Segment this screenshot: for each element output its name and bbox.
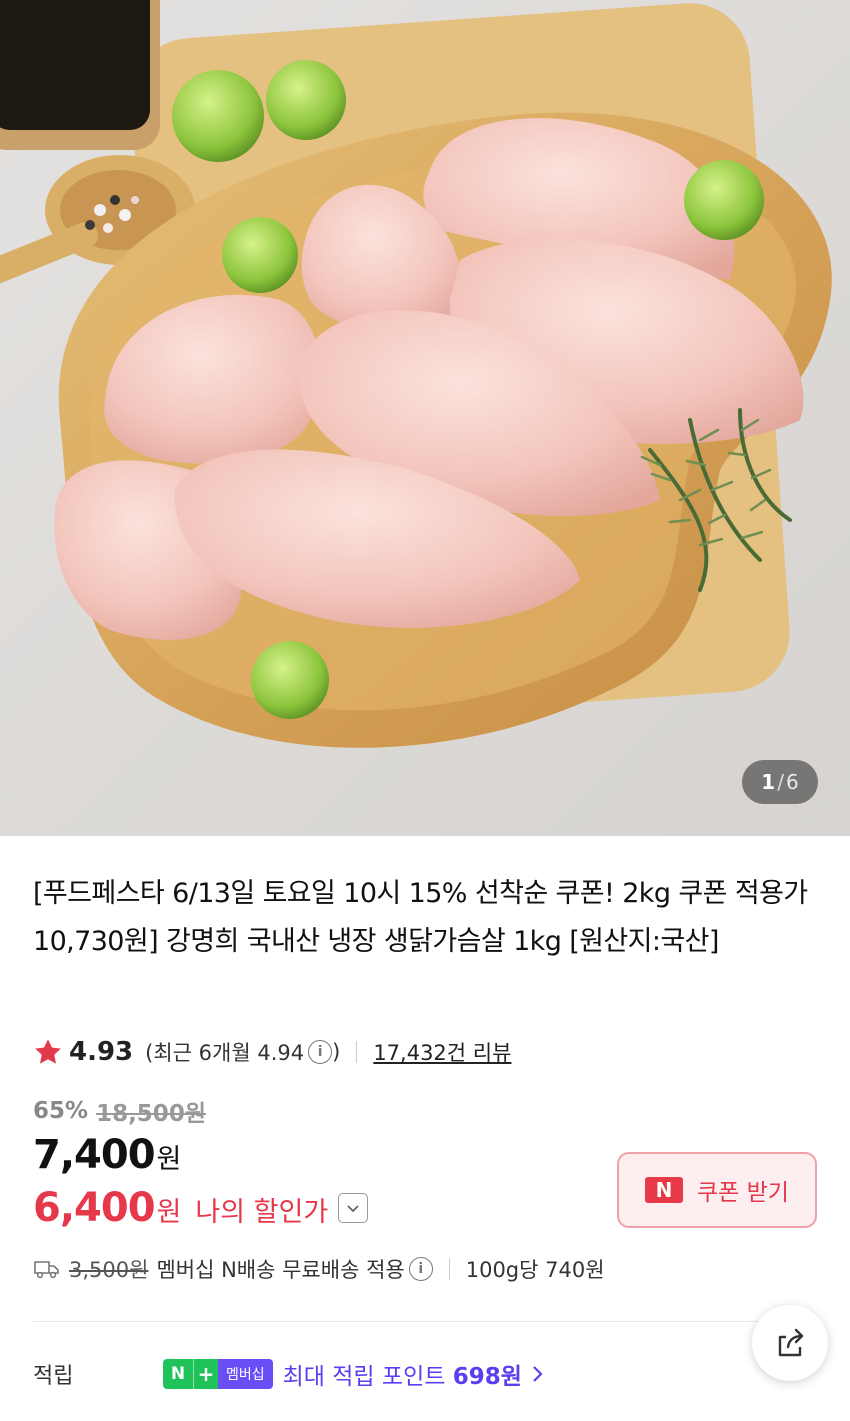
divider [356, 1041, 358, 1063]
info-icon[interactable]: i [408, 1257, 433, 1281]
info-icon[interactable]: i [308, 1040, 333, 1064]
discount-row: 65% 18,500원 [33, 1094, 206, 1128]
membership-label: 멤버십 [218, 1359, 273, 1389]
product-photo [0, 0, 850, 836]
star-icon [35, 1039, 61, 1064]
membership-badge: N + 멤버십 [163, 1359, 273, 1389]
max-points-amount: 698원 [452, 1364, 522, 1390]
original-price: 18,500원 [96, 1101, 206, 1127]
shipping-info: 3,500원 멤버십 N배송 무료배송 적용 i 100g당 740원 [33, 1252, 605, 1286]
max-points: 최대 적립 포인트 698원 [283, 1357, 522, 1391]
rating-row: 4.93 (최근 6개월 4.94 i ) 17,432건 리뷰 [33, 1035, 511, 1069]
points-label: 적립 [33, 1364, 74, 1389]
image-page-counter: 1 / 6 [742, 760, 818, 804]
shipping-text: 멤버십 N배송 무료배송 적용 [156, 1258, 405, 1282]
max-points-text: 최대 적립 포인트 [282, 1364, 453, 1390]
sale-price-unit: 원 [156, 1144, 182, 1175]
chevron-down-icon[interactable] [338, 1193, 369, 1223]
shipping-fee: 3,500원 [69, 1258, 149, 1282]
coupon-download-button[interactable]: N 쿠폰 받기 [617, 1152, 817, 1228]
my-price-value: 6,400 [33, 1185, 156, 1231]
counter-total: 6 [785, 770, 799, 794]
recent-rating: (최근 6개월 4.94 i ) [145, 1037, 340, 1067]
review-count-link[interactable]: 17,432건 리뷰 [373, 1037, 511, 1067]
rating-score: 4.93 [69, 1037, 134, 1067]
my-price-label: 나의 할인가 [195, 1197, 329, 1228]
truck-icon [34, 1261, 59, 1279]
product-image-carousel[interactable]: 1 / 6 [0, 0, 850, 836]
sale-price-value: 7,400 [33, 1132, 156, 1178]
naver-n-icon: N [645, 1177, 684, 1203]
divider [448, 1258, 450, 1280]
unit-price: 100g당 740원 [465, 1258, 605, 1282]
recent-rating-text: (최근 6개월 4.94 [145, 1041, 305, 1065]
coupon-button-label: 쿠폰 받기 [697, 1180, 789, 1206]
counter-current: 1 [761, 770, 776, 794]
sale-price: 7,400 원 [33, 1132, 181, 1178]
chevron-right-icon [533, 1366, 543, 1382]
counter-separator: / [777, 770, 784, 794]
membership-plus: + [193, 1359, 218, 1389]
discount-rate: 65% [33, 1098, 89, 1124]
my-price-unit: 원 [156, 1197, 182, 1228]
my-discount-price[interactable]: 6,400 원 나의 할인가 [33, 1185, 369, 1231]
membership-n: N [163, 1359, 193, 1389]
points-row[interactable]: 적립 N + 멤버십 최대 적립 포인트 698원 [33, 1354, 833, 1394]
section-divider [33, 1321, 818, 1322]
recent-rating-close: ) [332, 1040, 341, 1064]
product-title: [푸드페스타 6/13일 토요일 10시 15% 선착순 쿠폰! 2kg 쿠폰 … [33, 878, 808, 957]
